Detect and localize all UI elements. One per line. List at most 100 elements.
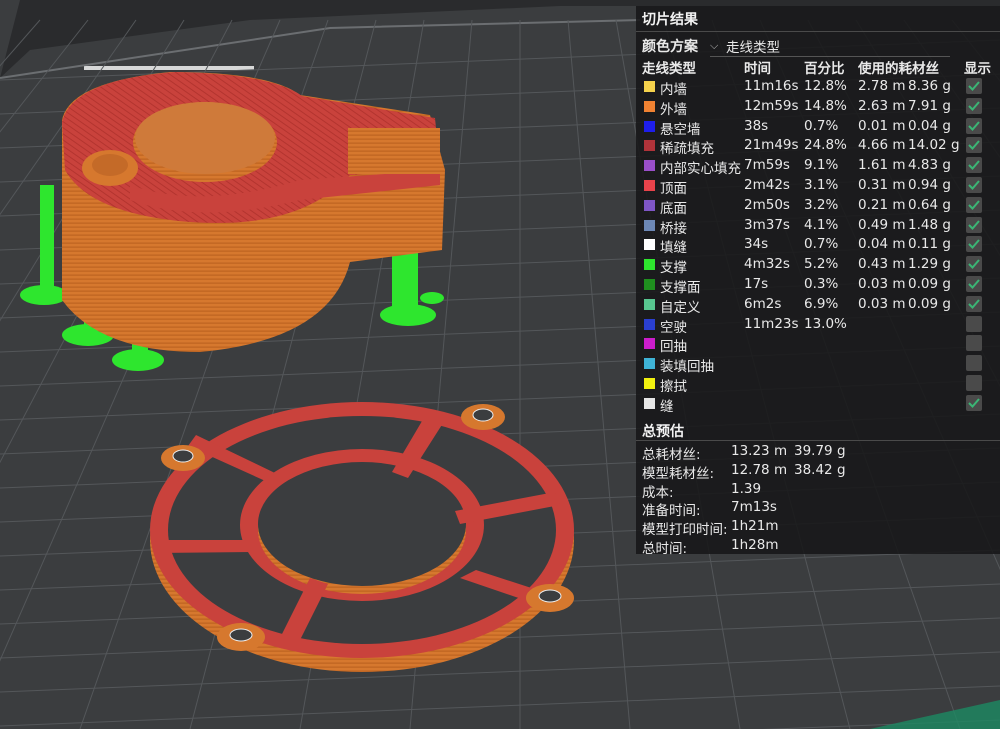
- feature-weight: 0.11 g: [908, 236, 951, 253]
- check-icon: [968, 398, 980, 408]
- feature-time: 11m16s: [744, 78, 799, 94]
- color-swatch: [644, 160, 655, 172]
- feature-weight: 14.02 g: [908, 137, 960, 154]
- color-swatch: [644, 278, 655, 290]
- feature-length: 0.01 m: [858, 117, 906, 134]
- feature-length: 0.03 m: [858, 275, 906, 292]
- feature-percent: 0.3%: [804, 275, 839, 292]
- summary-row: 总耗材丝: 13.23 m 39.79 g: [636, 443, 1000, 463]
- visibility-checkbox[interactable]: [966, 256, 982, 273]
- feature-length: 0.03 m: [858, 295, 906, 312]
- color-swatch: [644, 397, 655, 409]
- feature-row: 支撑 4m32s 5.2% 0.43 m 1.29 g: [636, 255, 1000, 277]
- feature-length: 0.49 m: [858, 216, 906, 233]
- divider: [636, 440, 1000, 441]
- ring-model[interactable]: [150, 402, 574, 672]
- feature-time: 34s: [744, 236, 769, 253]
- feature-row: 稀疏填充 21m49s 24.8% 4.66 m 14.02 g: [636, 136, 1000, 158]
- visibility-checkbox[interactable]: [966, 117, 982, 134]
- feature-percent: 14.8%: [804, 97, 847, 114]
- feature-percent: 5.2%: [804, 256, 839, 273]
- feature-name: 内部实心填充: [660, 161, 741, 178]
- color-swatch: [644, 338, 655, 350]
- feature-weight: 0.64 g: [908, 196, 951, 213]
- column-filament: 使用的耗材丝: [858, 61, 939, 77]
- feature-row: 底面 2m50s 3.2% 0.21 m 0.64 g: [636, 196, 1000, 217]
- color-swatch: [644, 100, 655, 112]
- visibility-checkbox[interactable]: [966, 295, 982, 312]
- summary-row: 准备时间: 7m13s: [636, 499, 1000, 520]
- feature-weight: 0.04 g: [908, 117, 951, 134]
- feature-name: 空驶: [660, 319, 687, 336]
- estimate-summary: 总耗材丝: 13.23 m 39.79 g 模型耗材丝: 12.78 m 38.42 g 成…: [636, 443, 1000, 557]
- feature-name: 支撑面: [660, 279, 701, 296]
- feature-percent: 24.8%: [804, 137, 847, 154]
- feature-time: 3m37s: [744, 216, 790, 233]
- feature-row: 填缝 34s 0.7% 0.04 m 0.11 g: [636, 235, 1000, 256]
- feature-name: 稀疏填充: [660, 141, 714, 158]
- color-swatch: [644, 140, 655, 152]
- summary-label: 模型打印时间:: [642, 522, 728, 539]
- check-icon: [968, 259, 980, 270]
- check-icon: [968, 140, 980, 151]
- visibility-checkbox[interactable]: [966, 236, 982, 253]
- feature-name: 缝: [660, 398, 674, 415]
- visibility-checkbox[interactable]: [966, 355, 982, 372]
- color-swatch: [644, 179, 655, 191]
- visibility-checkbox[interactable]: [966, 216, 982, 233]
- feature-name: 底面: [660, 200, 687, 217]
- feature-percent: 3.2%: [804, 196, 839, 213]
- feature-weight: 8.36 g: [908, 78, 951, 94]
- column-time: 时间: [744, 61, 771, 77]
- visibility-checkbox[interactable]: [966, 137, 982, 154]
- feature-name: 支撑: [660, 260, 687, 277]
- visibility-checkbox[interactable]: [966, 157, 982, 174]
- feature-row: 缝: [636, 394, 1000, 415]
- color-swatch: [644, 358, 655, 370]
- feature-row: 装填回抽: [636, 354, 1000, 375]
- summary-value: 12.78 m: [731, 461, 788, 478]
- visibility-checkbox[interactable]: [966, 315, 982, 332]
- feature-weight: 4.83 g: [908, 157, 951, 174]
- visibility-checkbox[interactable]: [966, 394, 982, 411]
- check-icon: [968, 180, 980, 190]
- feature-time: 12m59s: [744, 97, 799, 114]
- summary-value: 13.23 m: [731, 443, 788, 459]
- summary-label: 总耗材丝:: [642, 447, 701, 463]
- feature-name: 桥接: [660, 220, 687, 237]
- feature-length: 0.43 m: [858, 256, 906, 273]
- panel-title: 切片结果: [642, 12, 698, 28]
- color-scheme-label: 颜色方案: [642, 39, 698, 55]
- visibility-checkbox[interactable]: [966, 374, 982, 391]
- summary-label: 模型耗材丝:: [642, 465, 715, 482]
- summary-value: 1.39: [731, 480, 762, 497]
- visibility-checkbox[interactable]: [966, 335, 982, 352]
- check-icon: [968, 239, 980, 250]
- table-header: 走线类型 时间 百分比 使用的耗材丝 显示: [636, 56, 1000, 77]
- color-scheme-dropdown[interactable]: ⌵ 走线类型: [710, 36, 950, 57]
- feature-percent: 13.0%: [804, 315, 847, 332]
- feature-row: 自定义 6m2s 6.9% 0.03 m 0.09 g: [636, 295, 1000, 316]
- check-icon: [968, 160, 980, 171]
- feature-length: 4.66 m: [858, 137, 906, 154]
- summary-label: 成本:: [642, 484, 674, 501]
- check-icon: [968, 200, 980, 210]
- feature-time: 11m23s: [744, 315, 799, 332]
- feature-time: 7m59s: [744, 157, 790, 174]
- summary-label: 准备时间:: [642, 503, 701, 520]
- summary-title: 总预估: [642, 424, 684, 440]
- column-type: 走线类型: [642, 61, 696, 77]
- feature-row: 擦拭: [636, 374, 1000, 395]
- visibility-checkbox[interactable]: [966, 78, 982, 94]
- feature-time: 6m2s: [744, 295, 782, 312]
- visibility-checkbox[interactable]: [966, 275, 982, 292]
- color-swatch: [644, 298, 655, 310]
- visibility-checkbox[interactable]: [966, 176, 982, 193]
- visibility-checkbox[interactable]: [966, 196, 982, 213]
- feature-row: 回抽: [636, 334, 1000, 355]
- feature-row: 悬空墙 38s 0.7% 0.01 m 0.04 g: [636, 117, 1000, 138]
- feature-percent: 12.8%: [804, 78, 847, 94]
- feature-name: 自定义: [660, 299, 701, 316]
- visibility-checkbox[interactable]: [966, 97, 982, 114]
- feature-length: 1.61 m: [858, 157, 906, 174]
